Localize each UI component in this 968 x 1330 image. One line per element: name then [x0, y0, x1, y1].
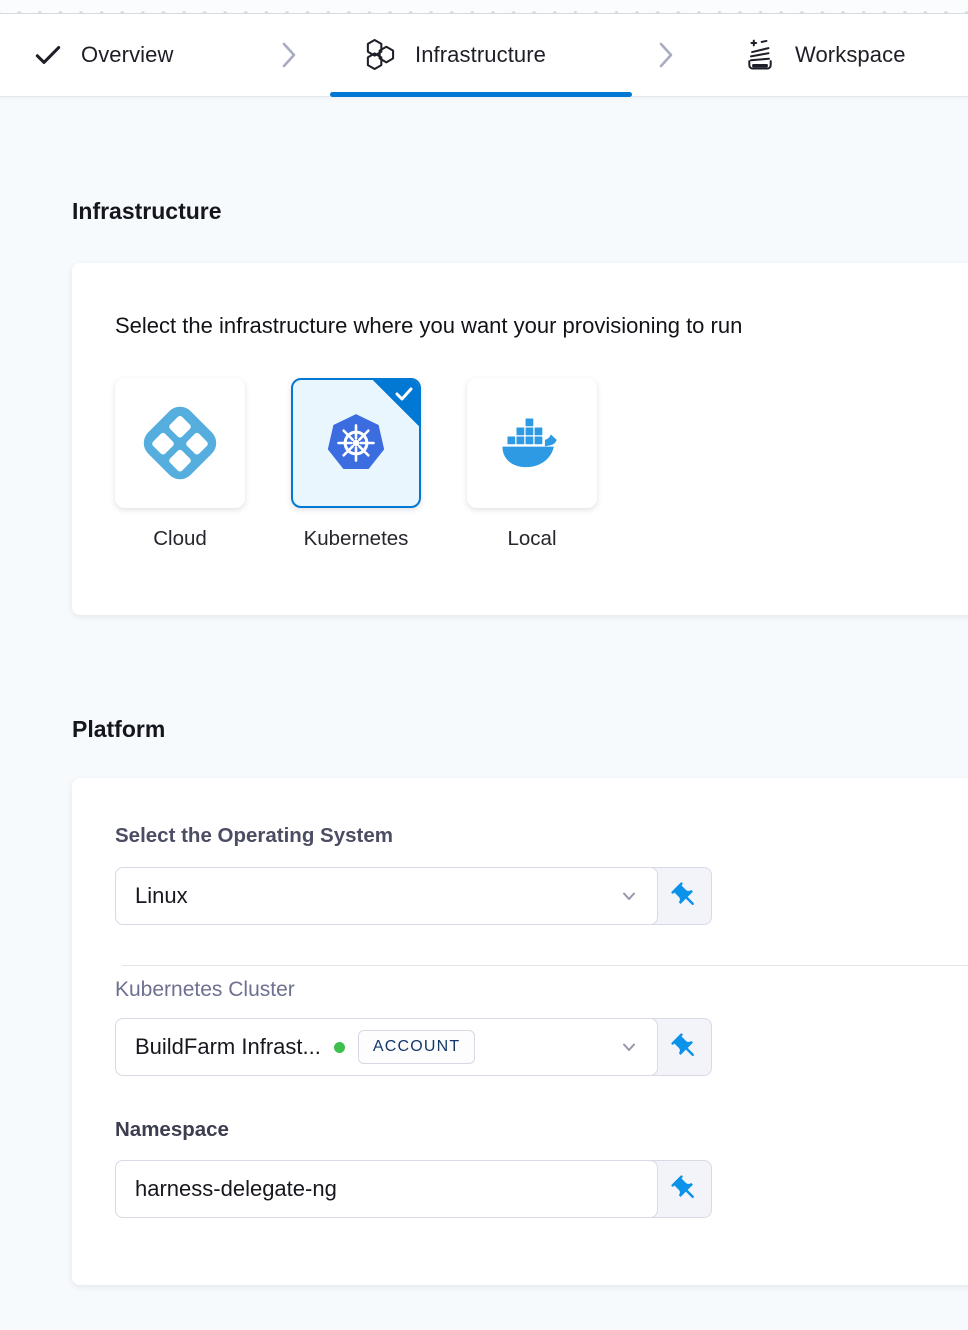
os-select-value: Linux [135, 883, 606, 909]
chevron-right-icon [655, 38, 677, 72]
tab-overview[interactable]: Overview [32, 39, 174, 71]
pin-icon [670, 1174, 700, 1204]
local-tile-label: Local [507, 527, 556, 551]
local-tile[interactable] [467, 378, 597, 508]
os-select[interactable]: Linux [115, 867, 658, 925]
namespace-input[interactable] [135, 1176, 639, 1202]
namespace-input-row [115, 1160, 712, 1218]
tab-workspace-label: Workspace [795, 42, 906, 68]
option-cloud: Cloud [115, 378, 245, 551]
pin-icon [670, 881, 700, 911]
kubernetes-tile-label: Kubernetes [304, 527, 409, 551]
scope-badge: ACCOUNT [358, 1030, 476, 1064]
active-tab-underline [330, 92, 632, 97]
pin-icon [670, 1032, 700, 1062]
os-field-label: Select the Operating System [115, 824, 968, 848]
chevron-right-icon [278, 38, 300, 72]
tab-workspace[interactable]: Workspace [742, 37, 906, 73]
chevron-down-icon [619, 1037, 639, 1057]
check-icon [32, 39, 64, 71]
form-divider [122, 965, 968, 966]
infrastructure-card: Select the infrastructure where you want… [72, 263, 968, 615]
cloud-tile[interactable] [115, 378, 245, 508]
cluster-field-label: Kubernetes Cluster [115, 978, 968, 1002]
cluster-select-value: BuildFarm Infrast... [135, 1034, 321, 1060]
platform-section-heading: Platform [72, 715, 968, 743]
hexagons-icon [362, 37, 398, 73]
connector-status-dot [334, 1042, 345, 1053]
selected-check-icon [395, 387, 413, 401]
tab-infrastructure-label: Infrastructure [415, 42, 546, 68]
kubernetes-tile[interactable] [291, 378, 421, 508]
option-kubernetes: Kubernetes [291, 378, 421, 551]
cloud-icon [138, 401, 223, 486]
cluster-select-row: BuildFarm Infrast... ACCOUNT [115, 1018, 712, 1076]
infrastructure-options: Cloud [115, 378, 968, 551]
stage-setup-content: Infrastructure Select the infrastructure… [0, 197, 968, 1285]
chevron-down-icon [619, 886, 639, 906]
infrastructure-section-heading: Infrastructure [72, 197, 968, 225]
tab-infrastructure[interactable]: Infrastructure [362, 37, 546, 73]
namespace-pin-button[interactable] [658, 1161, 711, 1217]
docker-whale-icon [501, 417, 563, 469]
pipeline-canvas-dots [0, 0, 968, 14]
stage-tab-bar: Overview Infrastructure [0, 14, 968, 97]
os-select-row: Linux [115, 867, 712, 925]
cluster-select[interactable]: BuildFarm Infrast... ACCOUNT [115, 1018, 658, 1076]
platform-card: Select the Operating System Linux Kubern… [72, 778, 968, 1285]
tab-overview-label: Overview [81, 42, 174, 68]
option-local: Local [467, 378, 597, 551]
infrastructure-prompt: Select the infrastructure where you want… [115, 313, 968, 339]
workspace-stack-icon [742, 37, 778, 73]
namespace-field-box [115, 1160, 658, 1218]
cluster-pin-button[interactable] [658, 1019, 711, 1075]
os-pin-button[interactable] [658, 868, 711, 924]
cloud-tile-label: Cloud [153, 527, 207, 551]
namespace-field-label: Namespace [115, 1118, 968, 1142]
